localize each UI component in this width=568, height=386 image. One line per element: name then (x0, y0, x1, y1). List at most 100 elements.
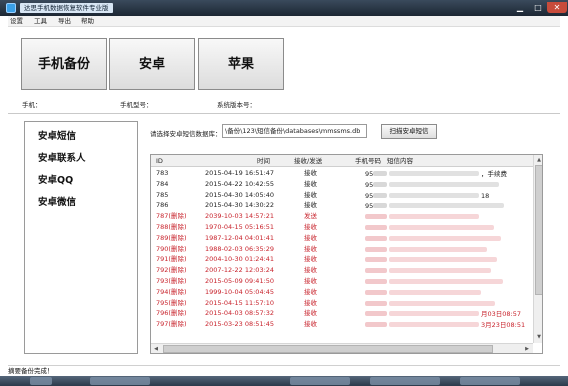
table-header: ID 时间 接收/发送 手机号码 短信内容 (151, 155, 533, 167)
phone-backup-button[interactable]: 手机备份 (21, 38, 107, 90)
hscroll-thumb[interactable] (163, 345, 493, 353)
cell-phone (365, 319, 387, 331)
minimize-icon[interactable]: ▁ (512, 2, 528, 13)
cell-direction: 接收 (304, 222, 317, 231)
menu-bar: 设置 工具 导出 帮助 (8, 16, 560, 27)
taskbar-item[interactable] (290, 377, 350, 385)
status-bar: 摘要备份完成！ (8, 365, 560, 376)
menu-tools[interactable]: 工具 (34, 17, 47, 26)
scroll-down-icon[interactable]: ▼ (535, 333, 542, 341)
cell-direction: 接收 (304, 287, 317, 296)
col-time[interactable]: 时间 (257, 155, 270, 167)
horizontal-scrollbar[interactable]: ◀ ▶ (151, 343, 533, 353)
cell-direction: 接收 (304, 266, 317, 275)
version-label: 系统版本号： (217, 101, 256, 109)
cell-id: 797(删除) (156, 320, 187, 329)
nav-android-contacts[interactable]: 安卓联系人 (38, 150, 86, 164)
scroll-left-icon[interactable]: ◀ (152, 345, 160, 353)
scroll-up-icon[interactable]: ▲ (535, 156, 542, 164)
table-row[interactable]: 793(删除) 2015-05-09 09:41:50 接收 (151, 276, 533, 287)
phone-label: 手机： (22, 101, 42, 109)
cell-content-text: ，手续费 (481, 170, 507, 178)
cell-id: 795(删除) (156, 298, 187, 307)
scan-sms-button[interactable]: 扫描安卓短信 (381, 124, 437, 139)
android-button[interactable]: 安卓 (109, 38, 195, 90)
nav-panel: 安卓短信 安卓联系人 安卓QQ 安卓微信 (24, 121, 138, 354)
redacted-phone (365, 289, 387, 295)
nav-android-wechat[interactable]: 安卓微信 (38, 194, 76, 208)
cell-time: 2015-04-30 14:05:40 (205, 190, 275, 199)
table-row[interactable]: 795(删除) 2015-04-15 11:57:10 接收 (151, 298, 533, 309)
sms-table: ID 时间 接收/发送 手机号码 短信内容 783 2015-04-19 16:5… (150, 154, 543, 354)
nav-android-qq[interactable]: 安卓QQ (38, 172, 73, 186)
cell-time: 2015-05-09 09:41:50 (205, 276, 275, 285)
table-row[interactable]: 797(删除) 2015-03-23 08:51:45 接收 3月23日08:51 (151, 319, 533, 330)
cell-direction: 接收 (304, 309, 317, 318)
table-row[interactable]: 792(删除) 2007-12-22 12:03:24 接收 (151, 265, 533, 276)
scroll-right-icon[interactable]: ▶ (523, 345, 531, 353)
menu-settings[interactable]: 设置 (10, 17, 23, 26)
close-icon[interactable]: ✕ (547, 2, 567, 13)
apple-button[interactable]: 苹果 (198, 38, 284, 90)
table-row[interactable]: 784 2015-04-22 10:42:55 接收 95 (151, 179, 533, 190)
col-direction[interactable]: 接收/发送 (294, 155, 322, 167)
taskbar (0, 376, 568, 386)
divider (8, 113, 560, 114)
redacted-phone (373, 181, 388, 187)
cell-id: 796(删除) (156, 309, 187, 318)
table-row[interactable]: 786 2015-04-30 14:30:22 接收 95 (151, 200, 533, 211)
redacted-content (389, 214, 479, 220)
cell-id: 793(删除) (156, 276, 187, 285)
table-row[interactable]: 788(删除) 1970-04-15 05:16:51 接收 (151, 222, 533, 233)
taskbar-item[interactable] (30, 377, 52, 385)
cell-id: 789(删除) (156, 233, 187, 242)
cell-id: 791(删除) (156, 255, 187, 264)
table-row[interactable]: 785 2015-04-30 14:05:40 接收 95 18 (151, 190, 533, 201)
taskbar-item[interactable] (370, 377, 440, 385)
menu-export[interactable]: 导出 (58, 17, 71, 26)
table-row[interactable]: 787(删除) 2039-10-03 14:57:21 发送 (151, 211, 533, 222)
cell-content-text: 3月23日08:51 (481, 321, 526, 330)
table-row[interactable]: 790(删除) 1988-02-03 06:35:29 接收 (151, 244, 533, 255)
table-row[interactable]: 791(删除) 2004-10-30 01:24:41 接收 (151, 254, 533, 265)
taskbar-item[interactable] (90, 377, 150, 385)
cell-phone-text: 95 (365, 202, 374, 211)
redacted-phone (365, 257, 387, 263)
col-content[interactable]: 短信内容 (387, 155, 413, 167)
scroll-thumb[interactable] (535, 165, 542, 295)
redacted-phone (365, 235, 387, 241)
table-row[interactable]: 796(删除) 2015-04-03 08:57:32 接收 月03日08:57 (151, 308, 533, 319)
cell-id: 787(删除) (156, 212, 187, 221)
nav-android-sms[interactable]: 安卓短信 (38, 128, 76, 142)
col-phone[interactable]: 手机号码 (355, 155, 381, 167)
table-row[interactable]: 783 2015-04-19 16:51:47 接收 95 ，手续费 (151, 168, 533, 179)
redacted-phone (365, 246, 387, 252)
table-body: 783 2015-04-19 16:51:47 接收 95 ，手续费 784 2015-04… (151, 168, 533, 330)
cell-id: 794(删除) (156, 287, 187, 296)
menu-help[interactable]: 帮助 (81, 17, 94, 26)
redacted-phone (365, 322, 387, 328)
redacted-content (389, 289, 481, 295)
db-path-input[interactable]: \备份\123\短信备份\databases\mmssms.db (222, 124, 367, 138)
redacted-content (389, 181, 499, 187)
col-id[interactable]: ID (156, 155, 163, 167)
cell-id: 788(删除) (156, 222, 187, 231)
cell-time: 2015-04-19 16:51:47 (205, 169, 275, 177)
redacted-phone (373, 171, 388, 176)
redacted-content (389, 235, 501, 241)
table-row[interactable]: 789(删除) 1987-12-04 04:01:41 接收 (151, 233, 533, 244)
redacted-phone (373, 192, 388, 198)
cell-phone-text: 95 (365, 191, 374, 200)
cell-time: 2015-04-22 10:42:55 (205, 179, 275, 188)
maximize-icon[interactable]: □ (530, 2, 546, 13)
redacted-content (389, 171, 479, 176)
cell-time: 2015-04-03 08:57:32 (205, 309, 275, 318)
vertical-scrollbar[interactable]: ▲ ▼ (533, 155, 542, 343)
redacted-phone (365, 311, 387, 317)
redacted-content (389, 257, 497, 263)
cell-direction: 接收 (304, 276, 317, 285)
table-row[interactable]: 794(删除) 1999-10-04 05:04:45 接收 (151, 287, 533, 298)
cell-direction: 接收 (304, 190, 317, 199)
taskbar-item[interactable] (460, 377, 520, 385)
redacted-phone (365, 268, 387, 274)
